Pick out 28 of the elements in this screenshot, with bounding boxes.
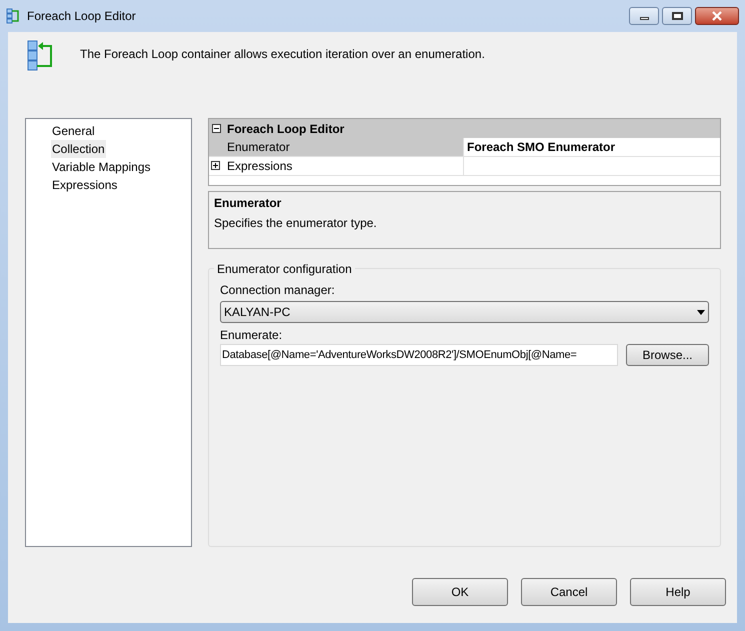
- maximize-button[interactable]: [662, 7, 692, 25]
- field-label: Enumerate:: [220, 327, 284, 344]
- close-button[interactable]: [695, 7, 739, 25]
- nav-item[interactable]: Variable Mappings: [51, 158, 152, 176]
- nav-item[interactable]: Collection: [51, 140, 106, 158]
- dialog-button[interactable]: OK: [412, 578, 508, 606]
- dropdown-value: KALYAN-PC: [224, 304, 290, 321]
- minimize-button[interactable]: [629, 7, 659, 25]
- collapse-icon[interactable]: [212, 124, 221, 133]
- browse-button[interactable]: Browse...: [626, 344, 709, 366]
- property-name[interactable]: Enumerator: [209, 138, 464, 156]
- connection-dropdown[interactable]: KALYAN-PC: [220, 301, 709, 323]
- expand-icon[interactable]: [211, 161, 220, 170]
- window-title: Foreach Loop Editor: [27, 8, 136, 25]
- description-text: Specifies the enumerator type.: [214, 215, 378, 232]
- nav-item[interactable]: General: [51, 122, 96, 140]
- enumerate-field[interactable]: Database[@Name='AdventureWorksDW2008R2']/SMOEnumObj[@Name=: [220, 344, 618, 366]
- category-label: Foreach Loop Editor: [227, 120, 344, 138]
- dialog-button[interactable]: Cancel: [521, 578, 617, 606]
- property-value[interactable]: Foreach SMO Enumerator: [464, 138, 720, 156]
- description-title: Enumerator: [214, 195, 282, 212]
- dialog-button[interactable]: Help: [630, 578, 726, 606]
- nav-item[interactable]: Expressions: [51, 176, 118, 194]
- window-icon: [6, 8, 20, 24]
- close-icon: [711, 11, 723, 21]
- dropdown-arrow-icon: [697, 310, 705, 314]
- header-description: The Foreach Loop container allows execution iteration over an enumeration.: [80, 46, 485, 63]
- field-label: Connection manager:: [220, 282, 336, 299]
